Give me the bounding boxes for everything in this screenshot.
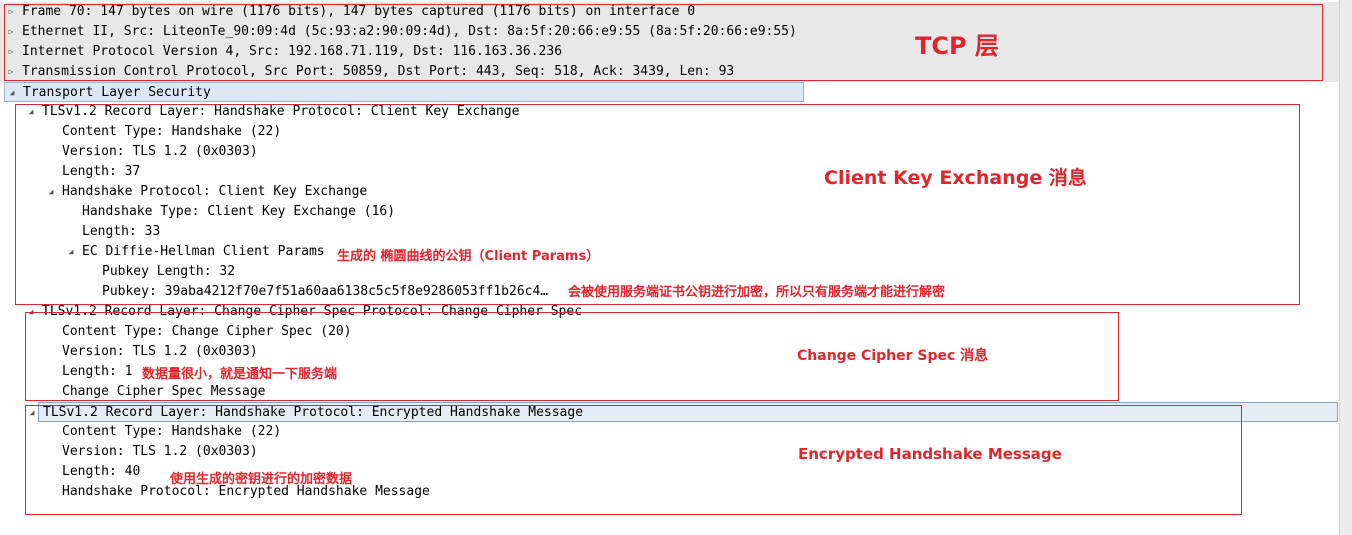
annotation-ccs: Change Cipher Spec 消息: [797, 348, 989, 364]
tree-item-tls[interactable]: ◢ Transport Layer Security: [4, 82, 804, 102]
annotation-tcp-layer: TCP 层: [915, 32, 999, 60]
vertical-scrollbar[interactable]: [1339, 0, 1352, 535]
annotation-ec-params: 生成的 椭圆曲线的公钥（Client Params）: [337, 249, 600, 264]
annotation-ehm: Encrypted Handshake Message: [798, 445, 1062, 463]
collapse-icon[interactable]: ◢: [7, 83, 17, 103]
annotation-ccs-length: 数据量很小，就是通知一下服务端: [142, 367, 338, 382]
annotation-ehm-length: 使用生成的密钥进行的加密数据: [170, 472, 353, 487]
packet-details-pane[interactable]: ▷ Frame 70: 147 bytes on wire (1176 bits…: [0, 0, 1339, 535]
annotation-pubkey: 会被使用服务端证书公钥进行加密，所以只有服务端才能进行解密: [568, 285, 946, 300]
annotation-box-tcp: [4, 4, 1323, 81]
annotation-cke: Client Key Exchange 消息: [824, 167, 1087, 189]
annotation-box-cke: [15, 104, 1300, 305]
